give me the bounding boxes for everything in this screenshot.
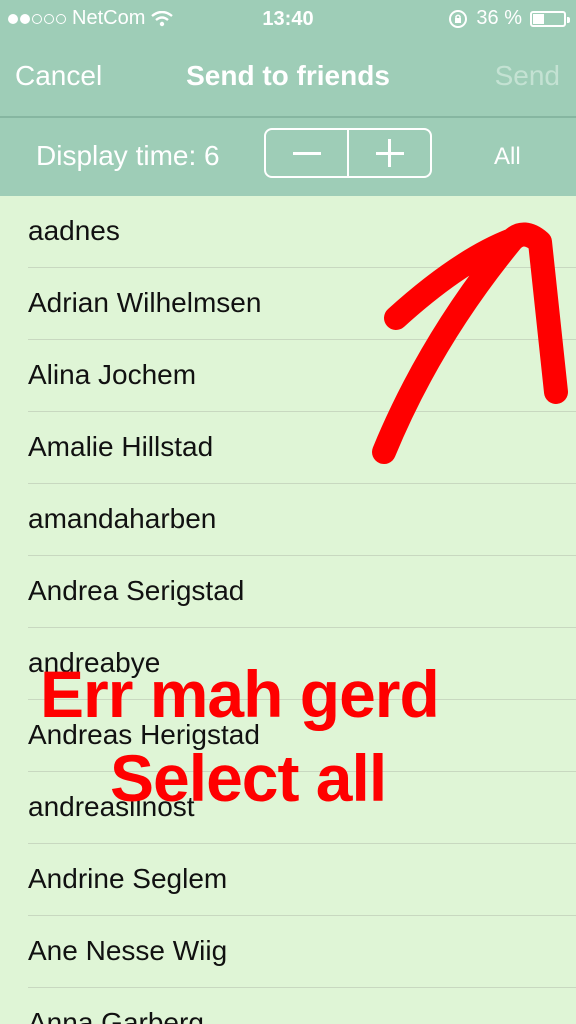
list-item[interactable]: Ane Nesse Wiig	[0, 916, 576, 988]
send-button[interactable]: Send	[495, 60, 560, 92]
battery-percentage: 36 %	[476, 7, 522, 29]
display-time-stepper[interactable]	[264, 128, 432, 178]
page-title: Send to friends	[186, 60, 390, 91]
friend-name: andreabye	[28, 647, 161, 678]
list-item[interactable]: amandaharben	[0, 484, 576, 556]
display-time-label: Display time: 6	[36, 140, 220, 171]
status-right: 36 %	[448, 7, 570, 30]
list-item[interactable]: andreasilnost	[0, 772, 576, 844]
friend-name: Adrian Wilhelmsen	[28, 287, 262, 318]
list-item[interactable]: Adrian Wilhelmsen	[0, 268, 576, 340]
rotation-lock-icon	[449, 9, 468, 28]
increment-button[interactable]	[347, 130, 430, 176]
plus-icon	[375, 139, 404, 167]
list-item[interactable]: aadnes	[0, 196, 576, 268]
list-item[interactable]: Amalie Hillstad	[0, 412, 576, 484]
friend-name: aadnes	[28, 215, 120, 246]
friend-name: Anna Garberg	[28, 1007, 204, 1024]
list-item[interactable]: andreabye	[0, 628, 576, 700]
decrement-button[interactable]	[266, 130, 347, 176]
status-bar: NetCom 13:40 36 %	[0, 0, 576, 38]
friend-name: andreasilnost	[28, 791, 195, 822]
select-all-button[interactable]: All	[494, 143, 521, 171]
battery-icon	[530, 10, 570, 27]
list-item[interactable]: Andrine Seglem	[0, 844, 576, 916]
friend-name: Alina Jochem	[28, 359, 197, 390]
list-item[interactable]: Alina Jochem	[0, 340, 576, 412]
minus-icon	[292, 151, 321, 155]
friend-name: Andreas Herigstad	[28, 719, 260, 750]
friend-name: amandaharben	[28, 503, 217, 534]
list-item[interactable]: Andrea Serigstad	[0, 556, 576, 628]
friend-name: Andrine Seglem	[28, 863, 228, 894]
navigation-bar: Cancel Send to friends Send	[0, 38, 576, 116]
display-time-toolbar: Display time: 6 All	[0, 118, 576, 196]
list-item[interactable]: Anna Garberg	[0, 988, 576, 1024]
battery-level	[533, 13, 544, 24]
list-item[interactable]: Andreas Herigstad	[0, 700, 576, 772]
friends-list[interactable]: aadnes Adrian Wilhelmsen Alina Jochem Am…	[0, 196, 576, 1024]
friend-name: Andrea Serigstad	[28, 575, 245, 606]
friend-name: Amalie Hillstad	[28, 431, 214, 462]
friend-name: Ane Nesse Wiig	[28, 935, 228, 966]
